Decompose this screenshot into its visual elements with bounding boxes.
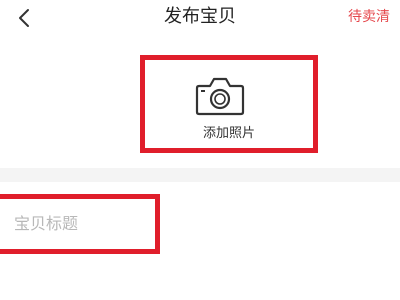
title-highlight-box	[0, 194, 160, 254]
add-photo-button[interactable]: 添加照片	[140, 55, 318, 153]
section-divider	[0, 168, 400, 182]
page-title: 发布宝贝	[164, 6, 236, 27]
top-nav-bar: 发布宝贝 待卖清	[0, 0, 400, 40]
draft-button[interactable]: 待卖清	[348, 0, 390, 36]
camera-icon	[195, 77, 245, 116]
add-photo-label: 添加照片	[202, 126, 255, 141]
